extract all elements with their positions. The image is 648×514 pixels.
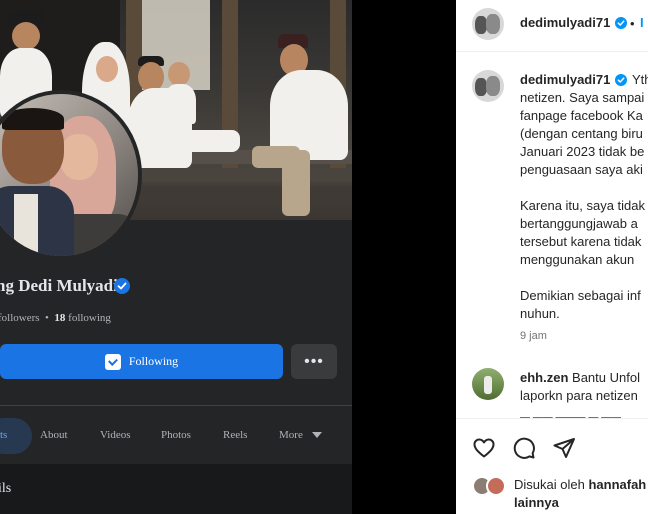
comment-text: Bantu Unfol (572, 370, 640, 385)
verified-badge-icon (114, 278, 130, 294)
tab-posts[interactable]: ts (0, 429, 7, 441)
tab-reels[interactable]: Reels (223, 429, 247, 441)
comment-line: ehh.zen Bantu Unfol (520, 370, 640, 385)
following-count: 18 (54, 312, 66, 324)
caption-text-line: Karena itu, saya tidak (520, 198, 646, 213)
tab-about[interactable]: About (40, 429, 68, 441)
comment-bubble-icon[interactable] (512, 436, 536, 460)
caption-text-line: netizen. Saya sampai (520, 90, 645, 105)
commenter-avatar[interactable] (472, 368, 504, 400)
likes-summary: Disukai oleh hannafah (514, 477, 646, 492)
caption-text-line: nuhun. (520, 306, 560, 321)
page-name: ng Dedi Mulyadi (0, 276, 118, 295)
caption-text-line: tersebut karena tidak (520, 234, 642, 249)
stats-separator: • (45, 312, 49, 324)
share-send-icon[interactable] (552, 436, 576, 460)
check-icon (104, 353, 121, 370)
caret-down-icon (311, 432, 322, 439)
details-heading: ils (0, 481, 12, 496)
author-username[interactable]: dedimulyadi71 (520, 15, 610, 30)
caption-text-line: penguasaan saya aki (520, 162, 643, 177)
post-timestamp[interactable]: 9 jam (520, 330, 547, 342)
header-separator: • (630, 16, 635, 31)
profile-picture[interactable] (0, 90, 142, 260)
tab-photos[interactable]: Photos (161, 429, 191, 441)
details-section (0, 464, 352, 514)
background-gap (352, 0, 456, 514)
follow-button[interactable]: I (640, 15, 644, 30)
following-button[interactable]: Following (0, 344, 283, 379)
instagram-post-panel: dedimulyadi71 • I dedimulyadi71 Yth neti… (456, 0, 648, 514)
caption-text-line: bertanggungjawab a (520, 216, 638, 231)
commenter-username[interactable]: ehh.zen (520, 370, 568, 385)
caption-text-line: fanpage facebook Ka (520, 108, 643, 123)
followers-label[interactable]: followers (0, 312, 40, 324)
liker-username[interactable]: hannafah (588, 477, 646, 492)
likes-others[interactable]: lainnya (514, 495, 559, 510)
verified-badge-icon (615, 17, 627, 29)
divider (456, 418, 648, 419)
caption-text-line: Januari 2023 tidak be (520, 144, 645, 159)
facebook-page-screenshot: ng Dedi Mulyadi followers • 18 following… (0, 0, 352, 514)
likes-prefix: Disukai oleh (514, 477, 585, 492)
caption-username[interactable]: dedimulyadi71 (520, 72, 610, 87)
follow-stats: followers • 18 following (0, 312, 111, 324)
following-label[interactable]: following (68, 312, 111, 324)
tab-more[interactable]: More (279, 429, 322, 441)
verified-badge-icon (615, 74, 627, 86)
comment-text-line: laporkn para netizen (520, 388, 638, 403)
caption-text-line: Demikian sebagai inf (520, 288, 641, 303)
author-avatar[interactable] (472, 8, 504, 40)
caption-text-line: (dengan centang biru (520, 126, 643, 141)
more-options-button[interactable]: ••• (291, 344, 337, 379)
caption-text-line: Yth (632, 72, 648, 87)
caption-avatar[interactable] (472, 70, 504, 102)
tab-videos[interactable]: Videos (100, 429, 131, 441)
following-button-label: Following (128, 354, 179, 368)
caption-text-line: menggunakan akun (520, 252, 635, 267)
liker-avatar (486, 476, 506, 496)
tab-more-label: More (279, 429, 303, 441)
post-header: dedimulyadi71 • I (456, 0, 648, 52)
likers-avatars[interactable] (472, 476, 512, 498)
like-heart-icon[interactable] (472, 436, 496, 460)
